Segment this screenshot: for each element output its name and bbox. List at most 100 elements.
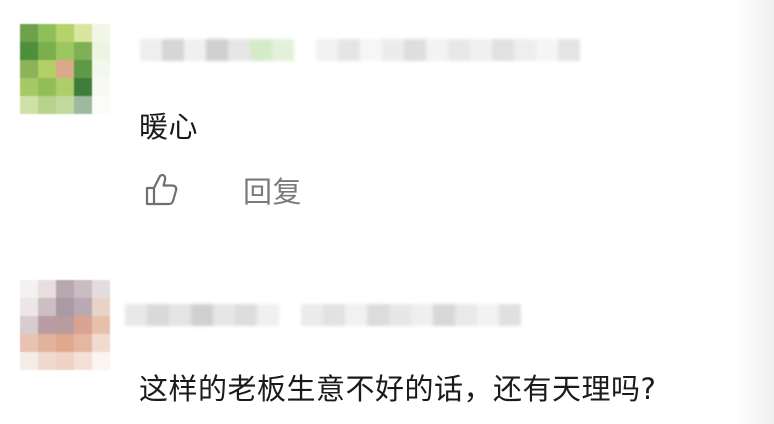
- avatar-pixel: [74, 298, 92, 316]
- avatar-pixel: [38, 352, 56, 370]
- avatar-pixel: [56, 334, 74, 352]
- username-pixel: [228, 39, 250, 61]
- avatar-pixel: [56, 96, 74, 114]
- avatar-pixel: [74, 334, 92, 352]
- avatar-pixel: [38, 298, 56, 316]
- username-pixel: [389, 304, 411, 326]
- avatar-pixel: [38, 334, 56, 352]
- username-pixel: [279, 304, 301, 326]
- username-pixel: [125, 304, 147, 326]
- username-pixel: [367, 304, 389, 326]
- username-pixel: [250, 39, 272, 61]
- username-pixel: [301, 304, 323, 326]
- username-pixel: [257, 304, 279, 326]
- avatar-pixel: [56, 24, 74, 42]
- username-pixel: [514, 39, 536, 61]
- avatar-pixel: [38, 78, 56, 96]
- username-pixel: [140, 39, 162, 61]
- avatar-pixel: [38, 60, 56, 78]
- avatar-pixel: [74, 24, 92, 42]
- avatar-pixel: [20, 298, 38, 316]
- username-pixel: [499, 304, 521, 326]
- username-pixel: [536, 39, 558, 61]
- avatar-pixel: [38, 24, 56, 42]
- avatar[interactable]: [20, 280, 110, 370]
- username-pixel: [382, 39, 404, 61]
- username-pixel: [338, 39, 360, 61]
- comment-text: 这样的老板生意不好的话，还有天理吗?: [139, 372, 657, 406]
- username-pixel: [492, 39, 514, 61]
- avatar-pixel: [38, 42, 56, 60]
- avatar-pixel: [20, 24, 38, 42]
- avatar[interactable]: [20, 24, 110, 114]
- username-pixel: [411, 304, 433, 326]
- avatar-pixel: [92, 280, 110, 298]
- username-pixel: [558, 39, 580, 61]
- avatar-pixel: [92, 42, 110, 60]
- avatar-pixel: [92, 298, 110, 316]
- username-pixel: [404, 39, 426, 61]
- avatar-pixel: [56, 42, 74, 60]
- avatar-pixel: [92, 78, 110, 96]
- comment-text: 暖心: [139, 110, 199, 144]
- username-pixel: [455, 304, 477, 326]
- username-pixel: [184, 39, 206, 61]
- username-pixel: [470, 39, 492, 61]
- reply-button[interactable]: 回复: [243, 169, 302, 211]
- comment-actions: 回复: [139, 168, 302, 212]
- username-pixel: [272, 39, 294, 61]
- avatar-pixel: [56, 316, 74, 334]
- username-blurred[interactable]: [125, 295, 521, 335]
- avatar-pixel: [20, 316, 38, 334]
- username-pixel: [477, 304, 499, 326]
- like-button[interactable]: [139, 168, 183, 212]
- avatar-pixel: [92, 316, 110, 334]
- username-pixel: [213, 304, 235, 326]
- avatar-pixel: [92, 334, 110, 352]
- avatar-pixel: [20, 334, 38, 352]
- username-pixel: [345, 304, 367, 326]
- username-pixel: [360, 39, 382, 61]
- username-pixel: [147, 304, 169, 326]
- avatar-pixel: [56, 60, 74, 78]
- avatar-pixel: [74, 316, 92, 334]
- avatar-pixel: [74, 352, 92, 370]
- username-pixel: [206, 39, 228, 61]
- username-pixel: [448, 39, 470, 61]
- username-pixel: [191, 304, 213, 326]
- comment-item: 这样的老板生意不好的话，还有天理吗?: [0, 270, 774, 424]
- avatar-pixel: [74, 280, 92, 298]
- username-pixel: [426, 39, 448, 61]
- avatar-pixel: [20, 352, 38, 370]
- avatar-pixel: [74, 96, 92, 114]
- avatar-pixel: [20, 42, 38, 60]
- username-pixel: [169, 304, 191, 326]
- avatar-pixel: [20, 60, 38, 78]
- avatar-pixel: [38, 280, 56, 298]
- comment-item: 暖心 回复: [0, 0, 774, 250]
- username-pixel: [323, 304, 345, 326]
- avatar-pixel: [56, 352, 74, 370]
- username-pixel: [433, 304, 455, 326]
- thumbs-up-icon: [145, 173, 178, 206]
- username-pixel: [162, 39, 184, 61]
- username-pixel: [294, 39, 316, 61]
- avatar-pixel: [20, 78, 38, 96]
- avatar-pixel: [56, 298, 74, 316]
- username-pixel: [316, 39, 338, 61]
- avatar-pixel: [74, 78, 92, 96]
- avatar-pixel: [20, 280, 38, 298]
- avatar-pixel: [74, 60, 92, 78]
- avatar-pixel: [56, 280, 74, 298]
- avatar-pixel: [92, 352, 110, 370]
- avatar-pixel: [38, 96, 56, 114]
- avatar-pixel: [92, 24, 110, 42]
- avatar-pixel: [92, 96, 110, 114]
- avatar-pixel: [56, 78, 74, 96]
- avatar-pixel: [92, 60, 110, 78]
- username-pixel: [235, 304, 257, 326]
- avatar-pixel: [38, 316, 56, 334]
- avatar-pixel: [20, 96, 38, 114]
- avatar-pixel: [74, 42, 92, 60]
- username-blurred[interactable]: [140, 30, 580, 70]
